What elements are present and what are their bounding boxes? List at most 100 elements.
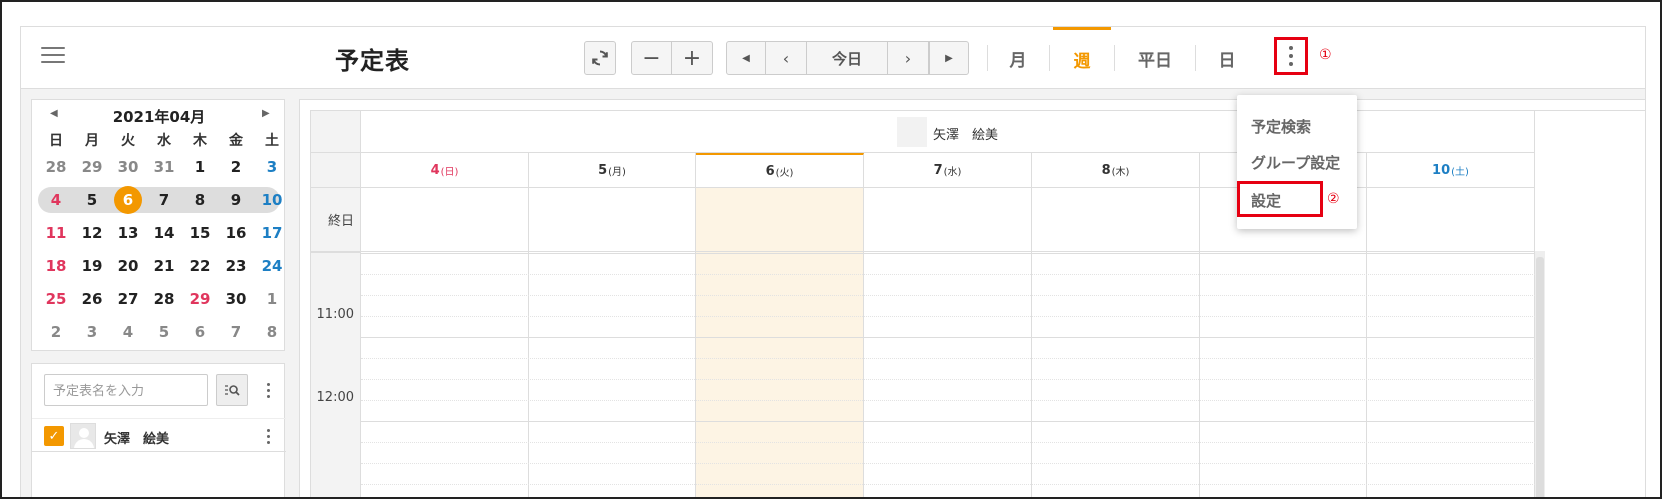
mini-cal-week: 4 5 6 7 8 9 10 [32, 185, 286, 215]
mini-cal-day[interactable]: 5 [146, 317, 182, 347]
zoom-in-button[interactable]: + [672, 41, 713, 75]
user-menu-icon[interactable] [264, 426, 272, 446]
mini-cal-day[interactable]: 17 [254, 218, 290, 248]
tab-day[interactable]: 日 [1205, 27, 1249, 89]
mini-cal-day[interactable]: 5 [74, 185, 110, 215]
next-day-button[interactable]: › [888, 41, 929, 75]
mini-cal-day[interactable]: 3 [74, 317, 110, 347]
day-column[interactable] [864, 187, 1032, 497]
day-column[interactable] [1032, 187, 1200, 497]
mini-cal-day[interactable]: 28 [146, 284, 182, 314]
day-weekday: (土) [1451, 166, 1469, 178]
mini-cal-day[interactable]: 8 [182, 185, 218, 215]
owner-avatar [897, 117, 927, 147]
next-week-button[interactable]: ▶ [929, 41, 969, 75]
mini-cal-day[interactable]: 23 [218, 251, 254, 281]
day-number: 7 [933, 162, 943, 178]
day-column[interactable] [1200, 187, 1367, 497]
mini-cal-week: 11 12 13 14 15 16 17 [32, 218, 286, 248]
mini-cal-day[interactable]: 12 [74, 218, 110, 248]
menu-item-schedule-search[interactable]: 予定検索 [1251, 116, 1311, 137]
mini-cal-day[interactable]: 31 [146, 152, 182, 182]
list-menu-icon[interactable] [264, 380, 272, 400]
mini-cal-day[interactable]: 6 [182, 317, 218, 347]
mini-cal-day[interactable]: 30 [218, 284, 254, 314]
zoom-out-button[interactable]: − [631, 41, 672, 75]
menu-item-settings[interactable]: 設定 [1251, 190, 1281, 211]
calendar-user-row[interactable]: ✓ 矢澤 絵美 [32, 418, 286, 452]
day-column[interactable] [361, 187, 529, 497]
mini-cal-day[interactable]: 28 [38, 152, 74, 182]
day-header[interactable]: 8 (木) [1032, 153, 1200, 187]
search-button[interactable] [216, 374, 248, 406]
day-column[interactable] [529, 187, 696, 497]
mini-cal-day[interactable]: 30 [110, 152, 146, 182]
mini-cal-day[interactable]: 4 [38, 185, 74, 215]
tab-month[interactable]: 月 [996, 27, 1040, 89]
mini-cal-day[interactable]: 25 [38, 284, 74, 314]
mini-cal-day[interactable]: 7 [218, 317, 254, 347]
chevron-right-icon: › [904, 48, 912, 68]
mini-cal-day[interactable]: 1 [182, 152, 218, 182]
mini-cal-day[interactable]: 13 [110, 218, 146, 248]
refresh-button[interactable] [584, 41, 616, 75]
today-marker: 6 [114, 186, 142, 214]
mini-cal-day[interactable]: 24 [254, 251, 290, 281]
mini-cal-day[interactable]: 10 [254, 185, 290, 215]
day-header[interactable]: 4 (日) [361, 153, 529, 187]
mini-cal-day[interactable]: 26 [74, 284, 110, 314]
day-column[interactable] [1367, 187, 1535, 497]
mini-cal-weekday: 木 [193, 133, 207, 149]
prev-week-button[interactable]: ◀ [726, 41, 766, 75]
today-button[interactable]: 今日 [807, 41, 888, 75]
mini-cal-day[interactable]: 20 [110, 251, 146, 281]
menu-item-group-settings[interactable]: グループ設定 [1251, 152, 1340, 173]
mini-cal-day[interactable]: 21 [146, 251, 182, 281]
mini-cal-day[interactable]: 29 [74, 152, 110, 182]
day-header[interactable]: 6 (火) [696, 153, 864, 187]
day-number: 4 [430, 162, 440, 178]
mini-cal-title: 2021年04月 [112, 108, 206, 126]
day-column[interactable] [696, 187, 864, 497]
mini-cal-next-icon[interactable]: ▶ [262, 108, 270, 119]
mini-cal-day[interactable]: 11 [38, 218, 74, 248]
mini-cal-day[interactable]: 18 [38, 251, 74, 281]
more-options-button[interactable] [1274, 37, 1308, 75]
day-number: 10 [1432, 162, 1451, 178]
scrollbar-thumb[interactable] [1536, 257, 1544, 497]
mini-cal-weekday: 日 [49, 133, 63, 149]
mini-cal-day[interactable]: 29 [182, 284, 218, 314]
mini-cal-day[interactable]: 8 [254, 317, 290, 347]
caret-left-icon: ◀ [742, 52, 750, 64]
mini-cal-day[interactable]: 9 [218, 185, 254, 215]
user-checkbox[interactable]: ✓ [44, 426, 64, 446]
mini-cal-day[interactable]: 2 [218, 152, 254, 182]
tab-week[interactable]: 週 [1053, 27, 1111, 89]
grid-line [361, 379, 1535, 380]
mini-cal-day[interactable]: 7 [146, 185, 182, 215]
mini-cal-day[interactable]: 4 [110, 317, 146, 347]
day-header[interactable]: 10 (土) [1367, 153, 1535, 187]
mini-cal-day[interactable]: 22 [182, 251, 218, 281]
mini-cal-day[interactable]: 27 [110, 284, 146, 314]
calendar-search-input[interactable] [44, 374, 208, 406]
schedule-app: 予定表 − + ◀ ‹ 今日 › ▶ 月 週 平日 日 ① ◀ 2021年04月… [20, 26, 1646, 497]
mini-cal-weekday: 火 [121, 133, 135, 149]
mini-cal-day[interactable]: 16 [218, 218, 254, 248]
grid-line [361, 463, 1535, 464]
mini-cal-day[interactable]: 1 [254, 284, 290, 314]
prev-day-button[interactable]: ‹ [766, 41, 807, 75]
list-search-icon [225, 385, 240, 396]
mini-cal-day[interactable]: 19 [74, 251, 110, 281]
tab-weekdays[interactable]: 平日 [1123, 27, 1187, 89]
mini-cal-day[interactable]: 15 [182, 218, 218, 248]
mini-cal-week: 2345678 [32, 317, 286, 347]
mini-cal-day[interactable]: 3 [254, 152, 290, 182]
mini-cal-day[interactable]: 14 [146, 218, 182, 248]
mini-cal-day[interactable]: 2 [38, 317, 74, 347]
grid-line [361, 295, 1535, 296]
hamburger-menu-icon[interactable] [41, 47, 65, 65]
day-header[interactable]: 5 (月) [529, 153, 696, 187]
mini-cal-day[interactable]: 6 [110, 185, 146, 215]
day-header[interactable]: 7 (水) [864, 153, 1032, 187]
